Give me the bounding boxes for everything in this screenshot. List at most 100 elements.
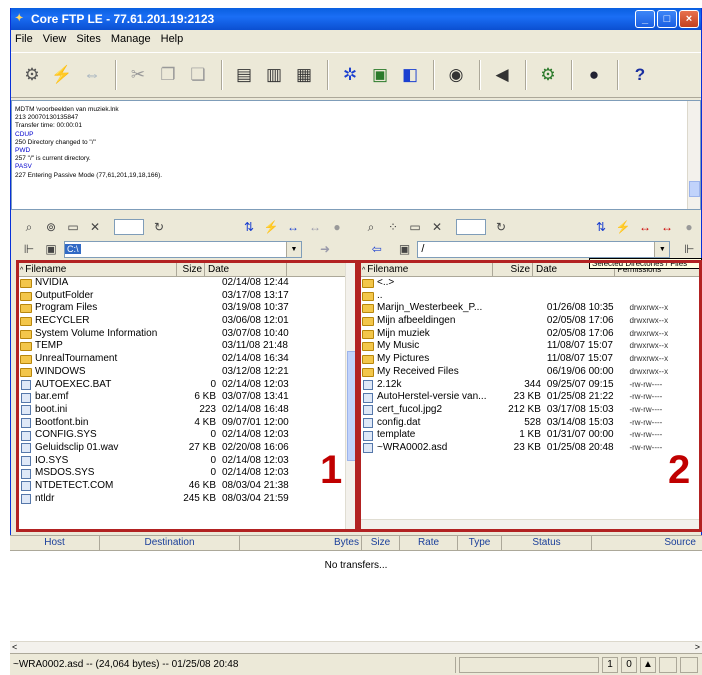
menu-view[interactable]: View	[43, 33, 67, 45]
sort-icon[interactable]: ⇅	[592, 220, 610, 234]
transfer-alt-icon[interactable]: ↔	[306, 220, 324, 234]
transfer-col-status[interactable]: Status	[502, 536, 592, 550]
menu-bar: File View Sites Manage Help	[11, 30, 701, 48]
scroll-right-icon[interactable]: >	[695, 642, 700, 652]
speaker-icon[interactable]: ◀	[489, 62, 515, 88]
annotation-number-1: 1	[320, 448, 343, 492]
status-count-1: 1	[602, 656, 618, 673]
connect-icon[interactable]: ⚡	[49, 62, 75, 88]
toolbar-separator	[433, 60, 435, 90]
menu-file[interactable]: File	[15, 33, 33, 45]
log-scroll-thumb[interactable]	[689, 181, 700, 197]
sync-icon[interactable]: ✲	[337, 62, 363, 88]
eye-icon[interactable]: ◉	[443, 62, 469, 88]
right-filter-input[interactable]	[456, 219, 486, 235]
upload-icon[interactable]: ⚡	[614, 220, 632, 234]
log-line: 227 Entering Passive Mode (77,61,201,19,…	[15, 171, 163, 179]
menu-help[interactable]: Help	[161, 33, 184, 45]
status-indicator-2	[680, 656, 698, 673]
paste-icon[interactable]: ❏	[185, 62, 211, 88]
left-filter-input[interactable]	[114, 219, 144, 235]
menu-sites[interactable]: Sites	[76, 33, 100, 45]
log-scrollbar[interactable]	[687, 101, 700, 209]
tree-icon[interactable]: ⊩	[20, 242, 38, 256]
go-arrow-icon[interactable]: ➜	[316, 242, 334, 256]
toolbar-separator	[327, 60, 329, 90]
log-line: CDUP	[15, 130, 34, 138]
site-manager-icon[interactable]: ⚙	[19, 62, 45, 88]
chevron-down-icon[interactable]: ▼	[286, 241, 301, 257]
status-progress	[459, 656, 599, 673]
disconnect-icon[interactable]: ⇔	[79, 62, 105, 88]
lock-icon: ▲	[640, 656, 656, 673]
log-line: 250 Directory changed to "/"	[15, 138, 96, 146]
upload-icon[interactable]: ⚡	[262, 220, 280, 234]
settings-icon[interactable]: ⚙	[535, 62, 561, 88]
left-path-value: C:\	[65, 244, 81, 254]
window-title: Core FTP LE - 77.61.201.19:2123	[31, 12, 215, 26]
transfer-queue[interactable]: No transfers...	[10, 551, 702, 641]
toolbar-separator	[115, 60, 117, 90]
view-details-icon[interactable]: ▥	[261, 62, 287, 88]
transfer-col-size[interactable]: Size	[362, 536, 400, 550]
right-panel-toolbar: ⌕ ⁘ ▭ ✕ ↻ ⇅ ⚡ ↔ ↔ ●	[362, 216, 702, 238]
annotation-box-2	[358, 260, 702, 532]
minimize-button[interactable]: _	[635, 10, 655, 28]
toolbar-separator	[571, 60, 573, 90]
transfer-alt-icon[interactable]: ↔	[658, 220, 676, 234]
left-path-field[interactable]: C:\ ▼	[64, 240, 302, 258]
message-log[interactable]: MDTM \voorbeelden van muziek.lnk 213 2007…	[11, 100, 701, 210]
transfer-col-destination[interactable]: Destination	[100, 536, 240, 550]
toolbar-separator	[617, 60, 619, 90]
view-icons-icon[interactable]: ▦	[291, 62, 317, 88]
bookmark-icon[interactable]: ●	[581, 62, 607, 88]
right-path-field[interactable]: / ▼	[417, 240, 671, 258]
transfer-col-bytes[interactable]: Bytes	[240, 536, 362, 550]
new-folder-icon[interactable]: ▭	[64, 220, 82, 234]
refresh-icon[interactable]: ⊚	[42, 220, 60, 234]
cut-icon[interactable]: ✂	[125, 62, 151, 88]
status-count-2: 0	[621, 656, 637, 673]
status-text: ~WRA0002.asd -- (24,064 bytes) -- 01/25/…	[10, 656, 456, 673]
delete-icon[interactable]: ✕	[86, 220, 104, 234]
sort-icon[interactable]: ⇅	[240, 220, 258, 234]
transfer-icon[interactable]: ↔	[284, 220, 302, 234]
chevron-down-icon[interactable]: ▼	[654, 241, 670, 257]
transfer-col-host[interactable]: Host	[10, 536, 100, 550]
stop-icon[interactable]: ●	[680, 220, 698, 234]
transfer-hscrollbar[interactable]: < >	[10, 641, 702, 653]
back-arrow-icon[interactable]: ⇦	[368, 242, 386, 256]
stop-icon[interactable]: ●	[328, 220, 346, 234]
reload-icon[interactable]: ↻	[492, 220, 510, 234]
log-line: PWD	[15, 147, 31, 155]
delete-icon[interactable]: ✕	[428, 220, 446, 234]
scroll-left-icon[interactable]: <	[12, 642, 17, 652]
transfer-col-source[interactable]: Source	[592, 536, 702, 550]
close-button[interactable]: ×	[679, 10, 699, 28]
help-icon[interactable]: ?	[627, 62, 653, 88]
left-panel-toolbar: ⌕ ⊚ ▭ ✕ ↻ ⇅ ⚡ ↔ ↔ ●	[20, 216, 350, 238]
tree-icon[interactable]: ⊩	[680, 242, 698, 256]
drive-icon[interactable]: ▣	[396, 242, 414, 256]
toolbar-separator	[221, 60, 223, 90]
transfer-col-rate[interactable]: Rate	[400, 536, 458, 550]
search-icon[interactable]: ⌕	[362, 220, 380, 235]
queue-icon[interactable]: ▣	[367, 62, 393, 88]
copy-icon[interactable]: ❐	[155, 62, 181, 88]
drive-icon[interactable]: ▣	[42, 242, 60, 256]
transfer-col-type[interactable]: Type	[458, 536, 502, 550]
toolbar-separator	[479, 60, 481, 90]
title-bar[interactable]: ✦ Core FTP LE - 77.61.201.19:2123 _ □ ×	[11, 8, 701, 30]
refresh-icon[interactable]: ⁘	[384, 220, 402, 234]
log-line: PASV	[15, 163, 32, 171]
browse-icon[interactable]: ◧	[397, 62, 423, 88]
reload-icon[interactable]: ↻	[150, 220, 168, 234]
search-icon[interactable]: ⌕	[20, 220, 38, 235]
transfer-icon[interactable]: ↔	[636, 220, 654, 234]
no-transfers-message: No transfers...	[324, 560, 388, 571]
new-folder-icon[interactable]: ▭	[406, 220, 424, 234]
log-line: 213 20070130135847	[15, 114, 79, 122]
menu-manage[interactable]: Manage	[111, 33, 151, 45]
view-list-icon[interactable]: ▤	[231, 62, 257, 88]
maximize-button[interactable]: □	[657, 10, 677, 28]
